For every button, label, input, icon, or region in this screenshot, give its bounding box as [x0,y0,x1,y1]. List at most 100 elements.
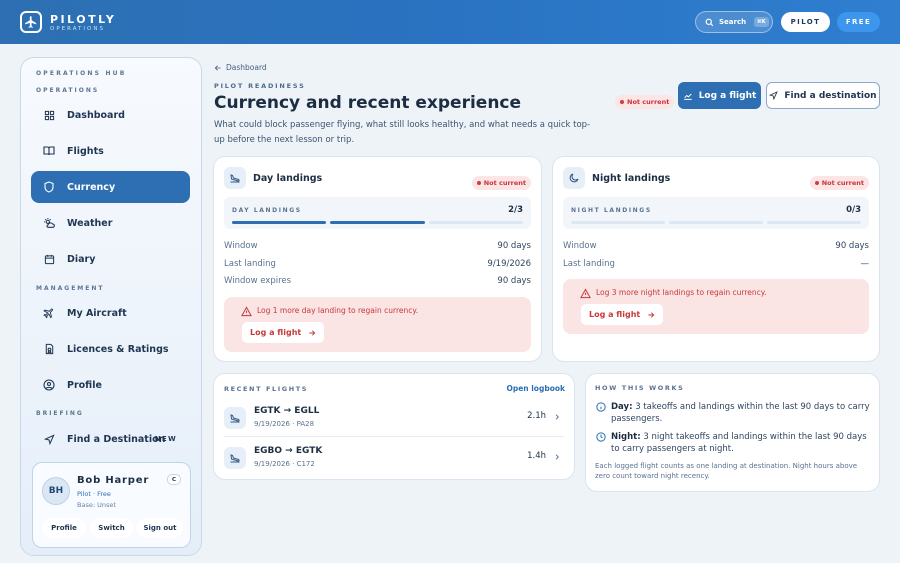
search-icon [705,18,714,26]
progress-segment [330,221,425,224]
find-destination-label: Find a destination [784,90,877,101]
brand-subtitle: OPERATIONS [50,26,105,32]
sidebar-item-label: Diary [67,253,96,265]
weather-icon [42,216,56,230]
sidebar-item-label: Weather [67,217,113,229]
row-value: 9/19/2026 [487,259,531,269]
dashboard-icon [42,108,56,122]
row-label: Window [224,241,258,251]
sidebar-item-label: Dashboard [67,109,125,121]
sidebar-item-label: My Aircraft [67,307,127,319]
landing-icon [224,407,246,429]
progress-segment [232,221,327,224]
profile-button[interactable]: Profile [42,518,86,538]
row-label: Last landing [563,259,615,269]
role-pilot-pill[interactable]: PILOT [781,12,830,32]
how-day-label: Day: [611,402,633,412]
day-landings-card: Day landings Not current DAY LANDINGS 2/… [213,156,542,362]
arrow-left-icon [214,64,221,71]
sidebar-item-currency[interactable]: Currency [31,171,190,203]
sidebar: OPERATIONS HUB OPERATIONS Dashboard Flig… [20,57,202,556]
chevron-right-icon [555,414,559,420]
shield-icon [42,180,56,194]
breadcrumb[interactable]: Dashboard [214,63,267,72]
avatar[interactable]: BH [42,477,70,505]
chevron-right-icon [555,454,559,460]
info-icon [596,402,606,412]
calendar-icon [42,252,56,266]
book-icon [42,144,56,158]
find-destination-button[interactable]: Find a destination [766,82,880,109]
flight-meta: 9/19/2026 · PA28 [254,420,315,428]
sidebar-item-profile[interactable]: Profile [31,369,190,401]
flight-meta: 9/19/2026 · C172 [254,460,315,468]
sidebar-item-label: Currency [67,181,116,193]
status-badge: Not current [471,170,531,190]
search-button[interactable]: Search ⌘K [695,11,773,33]
navigation-icon [769,91,779,100]
plane-icon [42,306,56,320]
progress-segment [571,221,665,224]
how-night-text: 3 night takeoffs and landings within the… [611,432,867,454]
open-logbook-link[interactable]: Open logbook [506,384,565,393]
how-day-text: 3 takeoffs and landings within the last … [611,402,870,424]
user-role: Pilot · Free [77,490,111,498]
section-briefing: BRIEFING [36,410,84,417]
log-flight-link-label: Log a flight [589,310,641,319]
sidebar-item-label: Find a Destination [67,433,166,445]
progress-label: NIGHT LANDINGS [571,207,652,214]
user-name: Bob Harper [77,475,150,486]
warning-icon [241,306,252,317]
warning-box: Log 1 more day landing to regain currenc… [224,297,531,352]
sidebar-item-my-aircraft[interactable]: My Aircraft [31,297,190,329]
log-flight-label: Log a flight [698,90,757,101]
page-description: What could block passenger flying, what … [214,120,591,145]
card-title: Day landings [253,173,323,184]
user-base: Base: Unset [77,501,116,509]
flight-row[interactable]: EGTK → EGLL 9/19/2026 · PA28 2.1h [224,401,564,437]
licence-icon [42,342,56,356]
row-label: Window expires [224,276,292,286]
row-label: Last landing [224,259,276,269]
switch-button[interactable]: Switch [90,518,133,538]
sidebar-item-label: Profile [67,379,102,391]
row-label: Window [563,241,597,251]
sidebar-item-find-destination[interactable]: Find a Destination NEW [31,423,190,455]
page-title: Currency and recent experience [214,93,522,113]
flight-route: EGTK → EGLL [254,406,320,416]
log-flight-link[interactable]: Log a flight [581,304,664,325]
sidebar-item-label: Licences & Ratings [67,343,169,355]
progress-box: DAY LANDINGS 2/3 [224,197,531,229]
flight-route: EGBO → EGTK [254,446,323,456]
arrow-right-icon [309,329,316,336]
log-flight-link[interactable]: Log a flight [242,322,325,343]
progress-value: 2/3 [508,205,523,215]
sidebar-item-diary[interactable]: Diary [31,243,190,275]
moon-icon [563,167,585,189]
sidebar-item-licences[interactable]: Licences & Ratings [31,333,190,365]
clock-icon [596,432,606,442]
progress-value: 0/3 [846,205,861,215]
user-chip[interactable]: C [167,474,181,485]
logo-plane-icon[interactable] [20,11,42,33]
sidebar-item-weather[interactable]: Weather [31,207,190,239]
sidebar-item-flights[interactable]: Flights [31,135,190,167]
plan-free-pill[interactable]: FREE [837,12,880,32]
search-shortcut: ⌘K [754,17,769,27]
log-flight-button[interactable]: Log a flight [678,82,761,109]
search-label: Search [719,18,747,26]
how-night-label: Night: [611,432,641,442]
sidebar-item-label: Flights [67,145,104,157]
hub-title: OPERATIONS HUB [36,70,127,77]
progress-label: DAY LANDINGS [232,207,302,214]
sign-out-button[interactable]: Sign out [137,518,183,538]
sidebar-item-dashboard[interactable]: Dashboard [31,99,190,131]
how-night-rule: Night: 3 night takeoffs and landings wit… [596,431,867,457]
flight-row[interactable]: EGBO → EGTK 9/19/2026 · C172 1.4h [224,441,564,477]
section-operations: OPERATIONS [36,87,100,94]
warning-text: Log 1 more day landing to regain currenc… [257,306,419,315]
flight-duration: 2.1h [527,411,546,421]
night-landings-card: Night landings Not current NIGHT LANDING… [552,156,880,362]
header-status-badge: Not current [615,89,675,109]
how-heading: HOW THIS WORKS [595,384,685,392]
